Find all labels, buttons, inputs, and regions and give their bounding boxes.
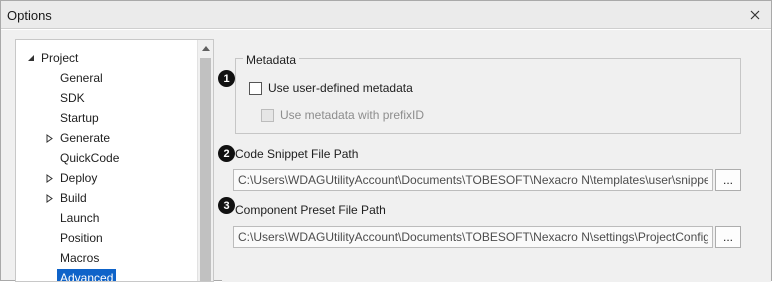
tree-item-label: Project <box>41 51 79 65</box>
triangle-right-icon[interactable] <box>44 188 54 208</box>
tree-item-macros[interactable]: Macros <box>60 248 99 268</box>
triangle-down-icon[interactable] <box>26 48 36 68</box>
component-preset-path-label: Component Preset File Path <box>235 203 386 217</box>
tree-item-label: Position <box>60 231 103 245</box>
tree-item-label: Advanced <box>57 269 117 281</box>
options-dialog: Options Project General SDK Startup Gene… <box>0 0 772 282</box>
step-marker-3: 3 <box>218 197 235 214</box>
tree-item-label: Build <box>60 191 87 205</box>
tree-item-label: SDK <box>60 91 85 105</box>
use-metadata-prefix-option[interactable]: Use metadata with prefixID <box>261 108 424 122</box>
use-user-defined-metadata-option[interactable]: Use user-defined metadata <box>249 81 413 95</box>
scroll-thumb[interactable] <box>200 58 211 281</box>
metadata-group-label: Metadata <box>243 53 300 67</box>
use-user-defined-metadata-label: Use user-defined metadata <box>268 81 413 95</box>
tree-item-label: Macros <box>60 251 100 265</box>
component-preset-browse-button[interactable]: ... <box>715 226 741 248</box>
tree-item-advanced[interactable]: Advanced <box>57 268 117 281</box>
dialog-content: Project General SDK Startup Generate Qui… <box>1 30 771 282</box>
close-button[interactable] <box>745 5 765 25</box>
category-tree[interactable]: Project General SDK Startup Generate Qui… <box>15 39 214 282</box>
use-metadata-prefix-label: Use metadata with prefixID <box>280 108 425 122</box>
triangle-right-icon[interactable] <box>44 168 54 188</box>
step-marker-1: 1 <box>218 70 235 87</box>
tree-item-label: Launch <box>60 211 100 225</box>
use-user-defined-metadata-checkbox[interactable] <box>249 81 262 95</box>
code-snippet-path-input[interactable] <box>233 169 713 191</box>
window-title: Options <box>7 8 52 23</box>
tree-item-label: Generate <box>60 131 111 145</box>
arrow-up-icon <box>202 46 210 51</box>
settings-panel: Metadata 1 Use user-defined metadata Use… <box>218 30 771 282</box>
title-bar: Options <box>1 1 771 29</box>
tree-item-label: Startup <box>60 111 99 125</box>
tree-item-general[interactable]: General <box>60 68 103 88</box>
tree-scrollbar[interactable] <box>197 40 213 281</box>
code-snippet-path-label: Code Snippet File Path <box>235 147 359 161</box>
metadata-group <box>235 58 741 134</box>
scroll-up-button[interactable] <box>198 40 213 57</box>
tree-item-quickcode[interactable]: QuickCode <box>60 148 119 168</box>
close-icon <box>750 10 760 20</box>
tree-item-position[interactable]: Position <box>60 228 103 248</box>
tree-item-startup[interactable]: Startup <box>60 108 99 128</box>
triangle-right-icon[interactable] <box>44 128 54 148</box>
code-snippet-browse-button[interactable]: ... <box>715 169 741 191</box>
tree-item-label: Deploy <box>60 171 98 185</box>
use-metadata-prefix-checkbox[interactable] <box>261 108 274 122</box>
tree-item-launch[interactable]: Launch <box>60 208 99 228</box>
step-marker-2: 2 <box>218 145 235 162</box>
tree-item-label: General <box>60 71 103 85</box>
component-preset-path-input[interactable] <box>233 226 713 248</box>
tree-item-sdk[interactable]: SDK <box>60 88 85 108</box>
tree-item-label: QuickCode <box>60 151 120 165</box>
